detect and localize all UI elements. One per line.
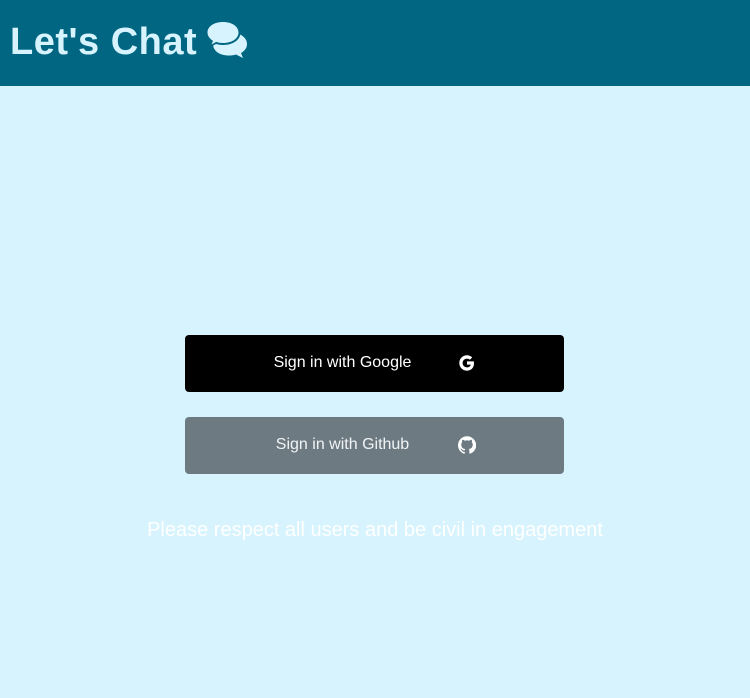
github-icon <box>458 436 477 454</box>
comments-icon <box>205 18 249 58</box>
google-icon <box>458 354 476 372</box>
app-title: Let's Chat <box>10 21 198 63</box>
google-signin-button[interactable]: Sign in with Google <box>185 335 564 392</box>
app-header: Let's Chat <box>0 0 750 86</box>
github-signin-label: Sign in with Github <box>275 436 410 453</box>
brand: Let's Chat <box>10 18 249 66</box>
github-signin-button[interactable]: Sign in with Github <box>185 417 564 474</box>
community-notice: Please respect all users and be civil in… <box>147 519 603 541</box>
google-signin-label: Sign in with Google <box>273 354 412 371</box>
